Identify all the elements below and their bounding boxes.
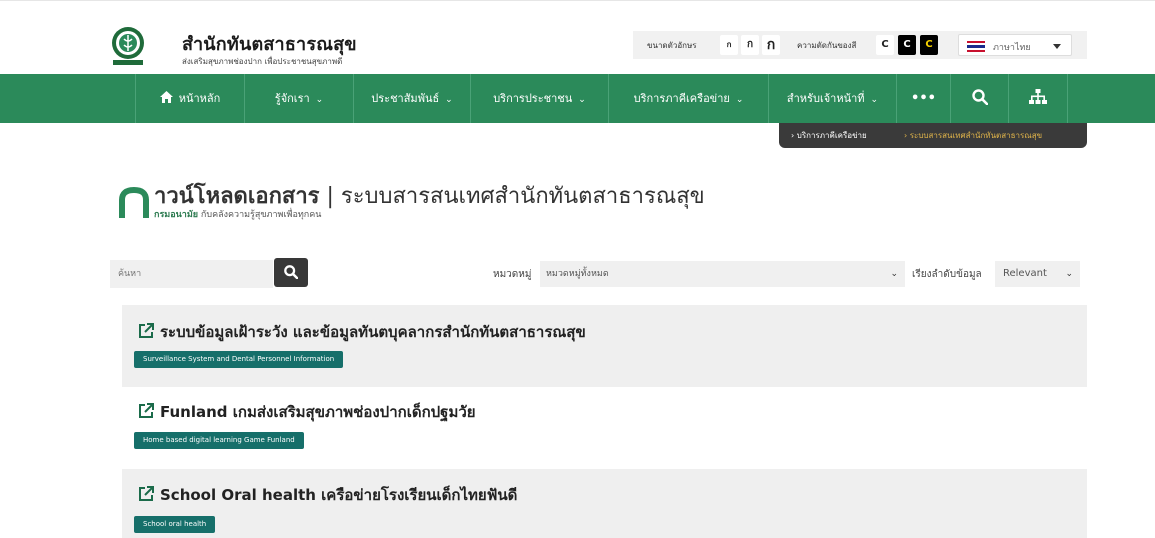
document-tag[interactable]: Home based digital learning Game Funland <box>134 432 304 449</box>
document-title[interactable]: Funland เกมส่งเสริมสุขภาพช่องปากเด็กปฐมว… <box>138 400 476 424</box>
category-label: หมวดหมู่ <box>493 269 532 280</box>
chevron-down-icon: ⌄ <box>578 95 586 105</box>
page-subtitle: กรมอนามัย กับคลังความรู้สุขภาพเพื่อทุกคน <box>154 210 322 220</box>
sort-select[interactable]: Relevant ⌄ <box>995 261 1080 287</box>
document-item[interactable]: School Oral health เครือข่ายโรงเรียนเด็ก… <box>122 469 1087 538</box>
chevron-down-icon: ⌄ <box>870 95 879 105</box>
document-title[interactable]: ระบบข้อมูลเฝ้าระวัง และข้อมูลทันตบุคลากร… <box>138 320 586 344</box>
chevron-down-icon: ⌄ <box>890 269 898 279</box>
nav-label-about: รู้จักเรา <box>274 92 310 105</box>
chevron-down-icon: ⌄ <box>1065 269 1073 279</box>
external-link-icon <box>139 323 154 338</box>
font-large-button[interactable]: ก <box>762 35 780 55</box>
document-item[interactable]: ระบบข้อมูลเฝ้าระวัง และข้อมูลทันตบุคลากร… <box>122 305 1087 387</box>
nav-item-public-services[interactable]: บริการประชาชน ⌄ <box>470 74 608 123</box>
font-size-label: ขนาดตัวอักษร <box>647 41 697 50</box>
search-icon <box>284 265 298 279</box>
ministry-logo-icon[interactable] <box>110 26 146 66</box>
external-link-icon <box>139 403 154 418</box>
category-select[interactable]: หมวดหมู่ทั้งหมด ⌄ <box>540 261 905 287</box>
document-title[interactable]: School Oral health เครือข่ายโรงเรียนเด็ก… <box>138 483 517 507</box>
contrast-label: ความตัดกันของสี <box>797 41 857 50</box>
main-nav: หน้าหลัก รู้จักเรา ⌄ ประชาสัมพันธ์ ⌄ บริกา… <box>0 74 1155 123</box>
contrast-yellow-button[interactable]: C <box>920 35 938 55</box>
nav-item-about[interactable]: รู้จักเรา ⌄ <box>244 74 353 123</box>
sitemap-icon <box>1029 89 1047 104</box>
chevron-down-icon: ⌄ <box>735 95 744 105</box>
site-title[interactable]: สำนักทันตสาธารณสุข <box>182 29 357 58</box>
nav-item-staff[interactable]: สำหรับเจ้าหน้าที่ ⌄ <box>768 74 896 123</box>
search-button[interactable] <box>274 258 308 287</box>
external-link-icon <box>139 486 154 501</box>
search-icon <box>971 89 988 106</box>
breadcrumb-item[interactable]: › บริการภาคีเครือข่าย <box>791 123 867 148</box>
site-header: สำนักทันตสาธารณสุข ส่งเสริมสุขภาพช่องปาก… <box>0 0 1155 74</box>
breadcrumb: › บริการภาคีเครือข่าย › ระบบสารสนเทศสำนั… <box>779 123 1087 148</box>
nav-label-network-services: บริการภาคีเครือข่าย <box>633 92 730 105</box>
thai-flag-icon <box>967 41 985 52</box>
sort-label: เรียงลำดับข้อมูล <box>912 269 982 280</box>
nav-item-pr[interactable]: ประชาสัมพันธ์ ⌄ <box>353 74 470 123</box>
search-input[interactable] <box>110 260 273 288</box>
chevron-down-icon: ⌄ <box>445 95 453 105</box>
chevron-down-icon: ⌄ <box>315 95 324 105</box>
font-small-button[interactable]: ก <box>720 35 738 55</box>
nav-more-button[interactable]: ••• <box>896 74 950 123</box>
document-item[interactable]: Funland เกมส่งเสริมสุขภาพช่องปากเด็กปฐมว… <box>122 387 1087 469</box>
contrast-normal-button[interactable]: C <box>876 35 894 55</box>
document-tag[interactable]: Surveillance System and Dental Personnel… <box>134 351 344 368</box>
language-select[interactable]: ภาษาไทย <box>958 34 1072 56</box>
contrast-dark-button[interactable]: C <box>898 35 916 55</box>
category-value: หมวดหมู่ทั้งหมด <box>546 269 609 279</box>
sort-value: Relevant <box>1003 268 1047 279</box>
nav-label-home: หน้าหลัก <box>178 92 221 105</box>
site-subtitle: ส่งเสริมสุขภาพช่องปาก เพื่อประชาชนสุขภาพ… <box>182 57 343 66</box>
font-medium-button[interactable]: ก <box>741 35 759 55</box>
home-icon <box>159 91 173 103</box>
language-value: ภาษาไทย <box>993 43 1031 53</box>
document-tag[interactable]: School oral health <box>134 516 216 533</box>
caret-down-icon <box>1053 44 1061 49</box>
nav-sitemap-button[interactable] <box>1008 74 1068 123</box>
nav-label-pr: ประชาสัมพันธ์ <box>371 92 440 105</box>
nav-search-button[interactable] <box>950 74 1008 123</box>
nav-label-staff: สำหรับเจ้าหน้าที่ <box>786 92 865 105</box>
heading-decoration-icon <box>119 186 149 218</box>
breadcrumb-current: › ระบบสารสนเทศสำนักทันตสาธารณสุข <box>904 131 1043 140</box>
nav-item-network-services[interactable]: บริการภาคีเครือข่าย ⌄ <box>608 74 768 123</box>
nav-label-public-services: บริการประชาชน <box>493 92 573 105</box>
nav-item-home[interactable]: หน้าหลัก <box>135 74 244 123</box>
accessibility-toolbar: ขนาดตัวอักษร ก ก ก ความตัดกันของสี C C C… <box>633 31 1087 59</box>
